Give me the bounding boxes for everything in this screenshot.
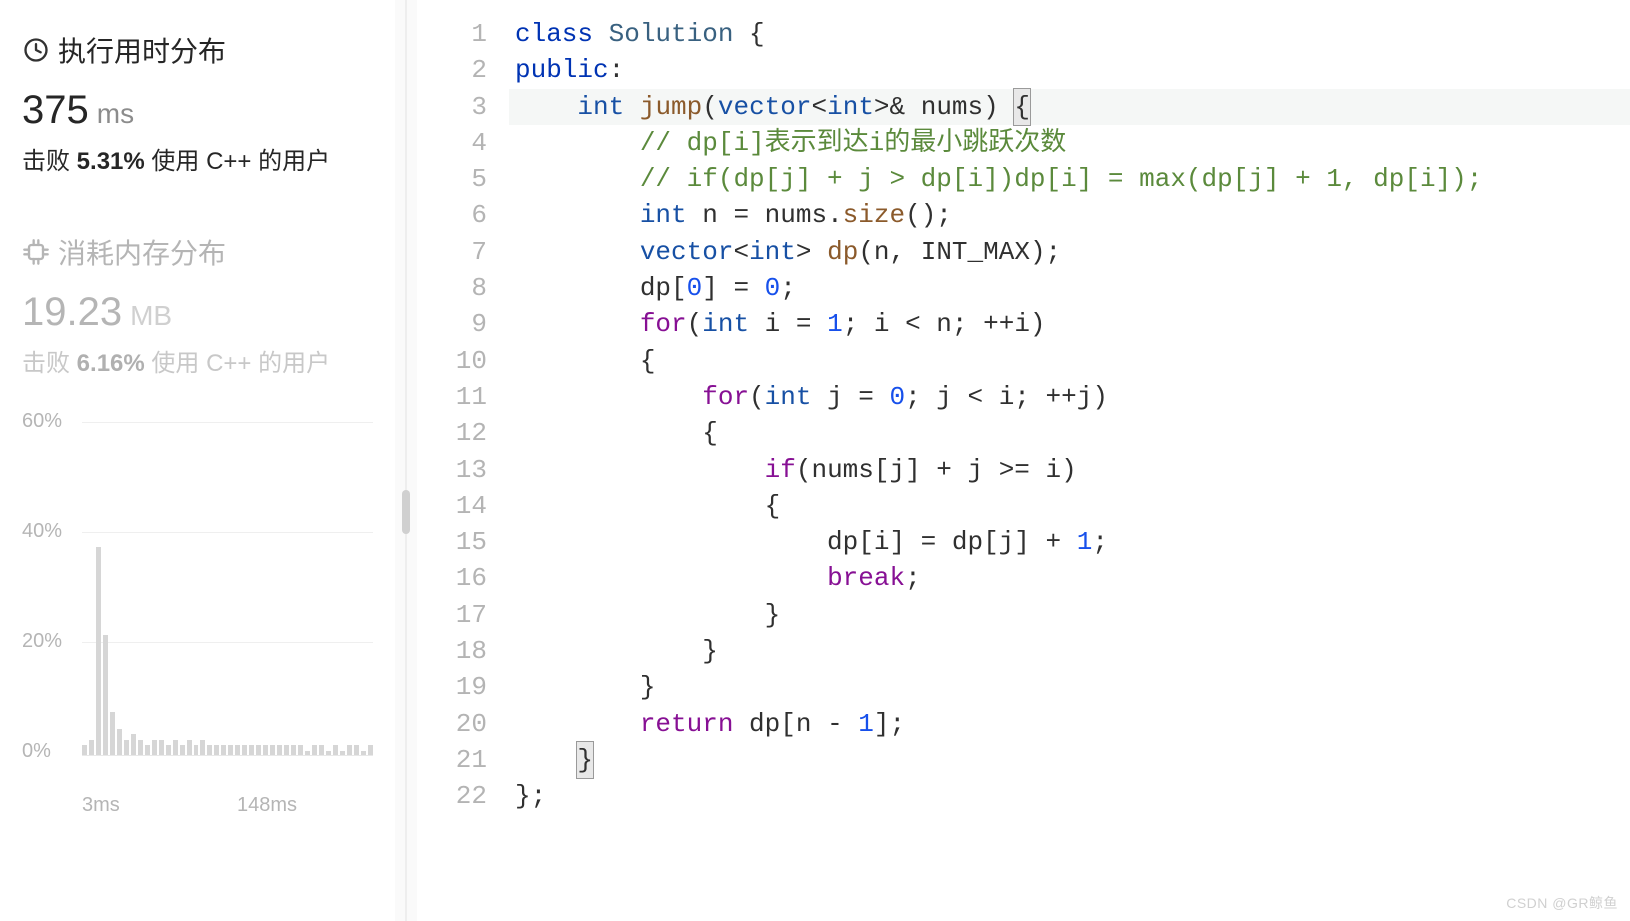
code-line[interactable]: {: [509, 488, 1630, 524]
code-line[interactable]: public:: [509, 52, 1630, 88]
code-content[interactable]: class Solution {public: int jump(vector<…: [509, 16, 1630, 921]
code-line[interactable]: int n = nums.size();: [509, 197, 1630, 233]
histogram-bar: [110, 712, 115, 756]
histogram-bar: [152, 740, 157, 757]
stats-panel: 执行用时分布 375 ms 击败 5.31% 使用 C++ 的用户: [0, 0, 395, 921]
memory-beat-prefix: 击败: [22, 350, 70, 377]
ytick-0: 0%: [22, 740, 51, 763]
code-line[interactable]: int jump(vector<int>& nums) {: [509, 89, 1630, 125]
histogram-bar: [131, 734, 136, 756]
runtime-metric: 375 ms: [22, 88, 373, 133]
code-line[interactable]: }: [509, 669, 1630, 705]
code-line[interactable]: class Solution {: [509, 16, 1630, 52]
line-number: 9: [417, 306, 487, 342]
line-number: 12: [417, 415, 487, 451]
code-line[interactable]: for(int j = 0; j < i; ++j): [509, 379, 1630, 415]
code-line[interactable]: }: [509, 597, 1630, 633]
line-number: 11: [417, 379, 487, 415]
line-number: 2: [417, 52, 487, 88]
code-line[interactable]: vector<int> dp(n, INT_MAX);: [509, 234, 1630, 270]
ytick-40: 40%: [22, 520, 62, 543]
runtime-histogram: 60% 40% 20% 0% 3ms 148ms: [22, 408, 373, 808]
runtime-value: 375: [22, 88, 89, 133]
line-number: 13: [417, 452, 487, 488]
app-root: 执行用时分布 375 ms 击败 5.31% 使用 C++ 的用户: [0, 0, 1630, 921]
line-number: 21: [417, 742, 487, 778]
histogram-bar: [159, 740, 164, 757]
chip-icon: [22, 238, 50, 266]
runtime-beat-suffix: 使用 C++ 的用户: [151, 148, 330, 175]
line-number: 16: [417, 560, 487, 596]
histogram-bars: [82, 426, 373, 756]
code-line[interactable]: // if(dp[j] + j > dp[i])dp[i] = max(dp[j…: [509, 161, 1630, 197]
code-line[interactable]: }: [509, 633, 1630, 669]
histogram-bar: [187, 740, 192, 757]
memory-beat-suffix: 使用 C++ 的用户: [151, 350, 330, 377]
code-line[interactable]: };: [509, 778, 1630, 814]
line-number: 7: [417, 234, 487, 270]
line-number: 10: [417, 343, 487, 379]
watermark: CSDN @GR鲸鱼: [1506, 893, 1618, 913]
line-number: 20: [417, 706, 487, 742]
line-number: 17: [417, 597, 487, 633]
gridline: [82, 422, 373, 423]
runtime-unit: ms: [97, 98, 134, 130]
memory-metric: 19.23 MB: [22, 290, 373, 335]
histogram-bar: [103, 635, 108, 756]
code-editor[interactable]: 12345678910111213141516171819202122 clas…: [417, 0, 1630, 921]
histogram-bar: [200, 740, 205, 757]
code-line[interactable]: {: [509, 343, 1630, 379]
histogram-bar: [124, 740, 129, 757]
line-number-gutter: 12345678910111213141516171819202122: [417, 16, 509, 921]
histogram-bar: [89, 740, 94, 757]
runtime-beats: 击败 5.31% 使用 C++ 的用户: [22, 141, 373, 176]
line-number: 19: [417, 669, 487, 705]
line-number: 6: [417, 197, 487, 233]
splitter-handle-icon[interactable]: [402, 490, 410, 534]
memory-value: 19.23: [22, 290, 122, 335]
code-line[interactable]: dp[i] = dp[j] + 1;: [509, 524, 1630, 560]
line-number: 18: [417, 633, 487, 669]
xtick-0: 3ms: [82, 794, 120, 817]
line-number: 4: [417, 125, 487, 161]
code-line[interactable]: {: [509, 415, 1630, 451]
histogram-bar: [117, 729, 122, 757]
clock-icon: [22, 36, 50, 64]
line-number: 5: [417, 161, 487, 197]
chart-baseline: [82, 755, 373, 760]
memory-header: 消耗内存分布: [22, 232, 373, 272]
xtick-1: 148ms: [237, 794, 297, 817]
code-line[interactable]: return dp[n - 1];: [509, 706, 1630, 742]
line-number: 14: [417, 488, 487, 524]
line-number: 22: [417, 778, 487, 814]
line-number: 3: [417, 89, 487, 125]
histogram-bar: [138, 740, 143, 757]
line-number: 8: [417, 270, 487, 306]
code-line[interactable]: for(int i = 1; i < n; ++i): [509, 306, 1630, 342]
code-line[interactable]: // dp[i]表示到达i的最小跳跃次数: [509, 125, 1630, 161]
memory-title: 消耗内存分布: [58, 232, 226, 272]
ytick-20: 20%: [22, 630, 62, 653]
code-line[interactable]: dp[0] = 0;: [509, 270, 1630, 306]
memory-beats: 击败 6.16% 使用 C++ 的用户: [22, 343, 373, 378]
runtime-title: 执行用时分布: [58, 30, 226, 70]
runtime-beat-pct: 5.31%: [77, 148, 145, 175]
histogram-bar: [173, 740, 178, 757]
line-number: 15: [417, 524, 487, 560]
histogram-bar: [96, 547, 101, 756]
runtime-beat-prefix: 击败: [22, 148, 70, 175]
code-line[interactable]: }: [509, 742, 1630, 778]
code-line[interactable]: if(nums[j] + j >= i): [509, 452, 1630, 488]
memory-beat-pct: 6.16%: [77, 350, 145, 377]
code-line[interactable]: break;: [509, 560, 1630, 596]
ytick-60: 60%: [22, 410, 62, 433]
line-number: 1: [417, 16, 487, 52]
runtime-header: 执行用时分布: [22, 30, 373, 70]
panel-splitter[interactable]: [395, 0, 417, 921]
memory-unit: MB: [130, 300, 172, 332]
